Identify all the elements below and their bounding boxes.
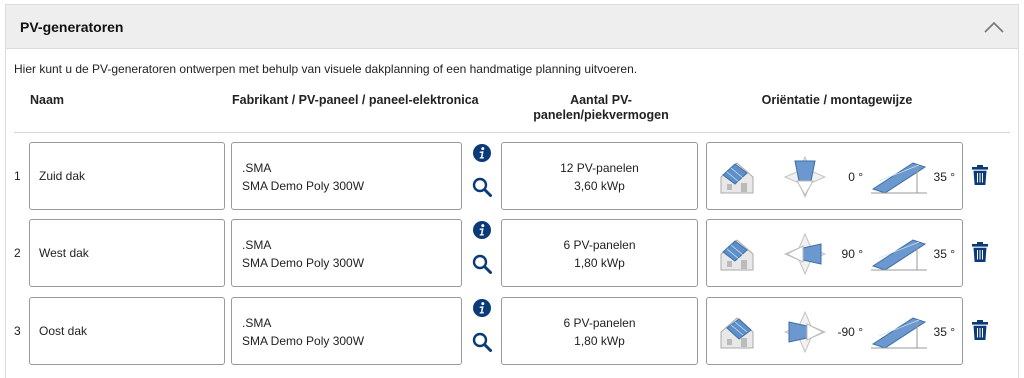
column-header-manufacturer: Fabrikant / PV-paneel / paneel-elektroni… (232, 93, 479, 107)
panel-count-text: 12 PV-panelen (560, 161, 639, 175)
manufacturer-box[interactable]: .SMA SMA Demo Poly 300W (231, 297, 462, 365)
house-icon (720, 239, 754, 271)
panel-model-text: SMA Demo Poly 300W (242, 334, 365, 348)
column-header-name: Naam (30, 93, 65, 107)
house-icon (720, 162, 754, 194)
orientation-box[interactable]: 0 ° 35 ° (706, 142, 963, 210)
tilt-text: 35 ° (933, 247, 955, 261)
panel-count-box[interactable]: 6 PV-panelen 1,80 kWp (501, 219, 698, 287)
panel-count-text: 6 PV-panelen (563, 316, 636, 330)
azimuth-text: -90 ° (837, 325, 863, 339)
tilt-mount-icon (871, 239, 927, 271)
house-icon (720, 317, 754, 349)
panel-count-box[interactable]: 6 PV-panelen 1,80 kWp (501, 297, 698, 365)
column-header-count-line1: Aantal PV- (570, 93, 632, 107)
trash-icon[interactable] (972, 320, 988, 340)
row-number: 2 (14, 246, 21, 260)
manufacturer-box[interactable]: .SMA SMA Demo Poly 300W (231, 142, 462, 210)
peak-power-text: 1,80 kWp (574, 334, 625, 348)
manufacturer-text: .SMA (242, 238, 272, 252)
row-number: 3 (14, 324, 21, 338)
panel-count-box[interactable]: 12 PV-panelen 3,60 kWp (501, 142, 698, 210)
search-icon[interactable] (472, 254, 492, 274)
tilt-text: 35 ° (933, 170, 955, 184)
panel-header[interactable]: PV-generatoren (6, 5, 1018, 49)
panel-model-text: SMA Demo Poly 300W (242, 256, 365, 270)
generator-name-text: West dak (39, 246, 89, 260)
generator-name-field[interactable]: Oost dak (29, 297, 225, 365)
trash-icon[interactable] (972, 165, 988, 185)
generator-name-field[interactable]: Zuid dak (29, 142, 225, 210)
generator-row: 1 Zuid dak .SMA SMA Demo Poly 300W 12 PV… (0, 142, 1014, 210)
generator-row: 2 West dak .SMA SMA Demo Poly 300W 6 PV-… (0, 219, 1014, 287)
azimuth-text: 90 ° (841, 247, 863, 261)
trash-icon[interactable] (972, 242, 988, 262)
info-icon[interactable] (473, 144, 491, 162)
tilt-mount-icon (871, 317, 927, 349)
column-header-count-line2: panelen/piekvermogen (533, 108, 669, 122)
tilt-mount-icon (871, 162, 927, 194)
header-divider (14, 132, 1010, 133)
generator-name-field[interactable]: West dak (29, 219, 225, 287)
orientation-box[interactable]: 90 ° 35 ° (706, 219, 963, 287)
info-icon[interactable] (473, 299, 491, 317)
intro-text: Hier kunt u de PV-generatoren ontwerpen … (14, 62, 638, 76)
chevron-up-icon[interactable] (982, 15, 1006, 39)
manufacturer-text: .SMA (242, 161, 272, 175)
compass-south-icon (783, 155, 827, 199)
row-number: 1 (14, 169, 21, 183)
search-icon[interactable] (472, 332, 492, 352)
column-header-orientation: Oriëntatie / montagewijze (761, 93, 913, 107)
panel-title: PV-generatoren (20, 18, 124, 35)
manufacturer-text: .SMA (242, 316, 272, 330)
tilt-text: 35 ° (933, 325, 955, 339)
info-icon[interactable] (473, 221, 491, 239)
generator-name-text: Oost dak (39, 324, 88, 338)
peak-power-text: 1,80 kWp (574, 256, 625, 270)
manufacturer-box[interactable]: .SMA SMA Demo Poly 300W (231, 219, 462, 287)
panel-model-text: SMA Demo Poly 300W (242, 179, 365, 193)
panel-count-text: 6 PV-panelen (563, 238, 636, 252)
generator-row: 3 Oost dak .SMA SMA Demo Poly 300W 6 PV-… (0, 297, 1014, 365)
generator-name-text: Zuid dak (39, 169, 86, 183)
peak-power-text: 3,60 kWp (574, 179, 625, 193)
compass-west-icon (783, 232, 827, 276)
column-header-count: Aantal PV- panelen/piekvermogen (500, 93, 702, 123)
compass-east-icon (783, 310, 827, 354)
search-icon[interactable] (472, 177, 492, 197)
orientation-box[interactable]: -90 ° 35 ° (706, 297, 963, 365)
azimuth-text: 0 ° (848, 170, 863, 184)
